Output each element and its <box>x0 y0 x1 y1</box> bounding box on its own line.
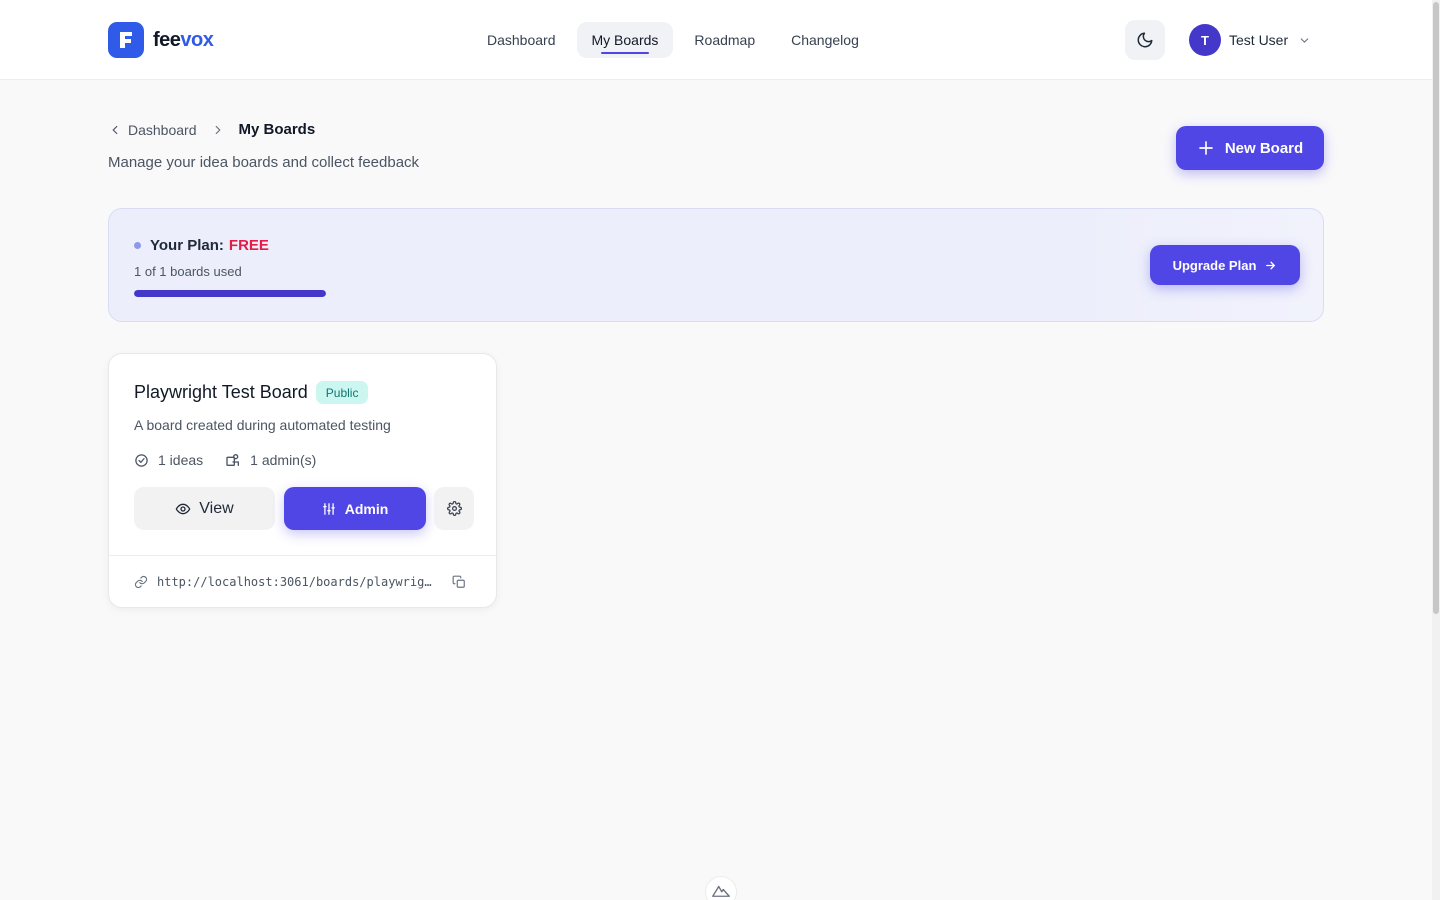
admins-count-text: 1 admin(s) <box>250 452 317 468</box>
breadcrumb: Dashboard My Boards <box>108 121 315 138</box>
upgrade-plan-button[interactable]: Upgrade Plan <box>1150 245 1300 285</box>
top-navigation-bar: feevox Dashboard My Boards Roadmap Chang… <box>0 0 1432 80</box>
nuxt-logo-icon <box>712 885 730 897</box>
status-dot-icon <box>134 242 141 249</box>
new-board-button[interactable]: New Board <box>1176 126 1324 170</box>
nuxt-devtools-button[interactable] <box>705 876 737 900</box>
plan-usage-progress-fill <box>134 290 326 297</box>
theme-toggle-button[interactable] <box>1125 20 1165 60</box>
chevron-left-icon[interactable] <box>108 123 122 137</box>
board-url: http://localhost:3061/boards/playwright-… <box>157 574 437 589</box>
admin-board-label: Admin <box>344 500 389 517</box>
page-scrollbar[interactable] <box>1432 0 1440 900</box>
board-card-header: Playwright Test Board Public <box>134 381 369 404</box>
moon-icon <box>1137 32 1153 48</box>
nav-item-my-boards[interactable]: My Boards <box>576 22 674 58</box>
arrow-right-icon <box>1264 259 1277 272</box>
nav-item-changelog[interactable]: Changelog <box>776 22 874 58</box>
chevron-right-icon <box>211 123 225 137</box>
board-description: A board created during automated testing <box>134 417 391 433</box>
scrollbar-thumb[interactable] <box>1433 2 1439 614</box>
board-card: Playwright Test Board Public A board cre… <box>108 353 497 608</box>
main-nav: Dashboard My Boards Roadmap Changelog <box>472 22 880 58</box>
nav-item-dashboard[interactable]: Dashboard <box>472 22 571 58</box>
board-url-footer: http://localhost:3061/boards/playwright-… <box>109 555 496 607</box>
logo-mark-icon <box>108 22 144 58</box>
page-subtitle: Manage your idea boards and collect feed… <box>108 154 420 171</box>
user-menu[interactable]: T Test User <box>1189 24 1311 56</box>
chevron-down-icon <box>1298 34 1311 47</box>
plan-title: Your Plan: FREE <box>134 237 269 254</box>
plan-label: Your Plan: <box>150 237 224 254</box>
avatar: T <box>1189 24 1221 56</box>
view-board-label: View <box>199 499 234 517</box>
board-title[interactable]: Playwright Test Board <box>134 382 308 403</box>
board-settings-button[interactable] <box>434 487 474 530</box>
brand-name-part2: vox <box>180 28 214 51</box>
copy-icon[interactable] <box>452 575 466 589</box>
admin-board-button[interactable]: Admin <box>284 487 426 530</box>
gear-icon <box>446 501 462 516</box>
admins-count: 1 admin(s) <box>225 452 316 468</box>
board-stats: 1 ideas 1 admin(s) <box>134 452 338 468</box>
view-board-button[interactable]: View <box>134 487 275 530</box>
page-title: My Boards <box>238 121 316 138</box>
check-circle-icon <box>135 453 148 467</box>
plan-tier: FREE <box>228 237 269 254</box>
plus-icon <box>1197 139 1215 157</box>
upgrade-plan-label: Upgrade Plan <box>1172 257 1257 273</box>
board-actions: View Admin <box>134 487 474 530</box>
brand-name: feevox <box>153 28 214 52</box>
visibility-badge: Public <box>315 381 369 404</box>
plan-usage-progress <box>134 290 326 297</box>
brand-name-part1: fee <box>153 28 181 51</box>
ideas-count: 1 ideas <box>134 452 203 468</box>
link-icon <box>134 575 148 588</box>
ideas-count-text: 1 ideas <box>158 452 204 468</box>
plan-usage-text: 1 of 1 boards used <box>134 264 242 279</box>
sliders-icon <box>322 502 335 515</box>
brand-logo[interactable]: feevox <box>108 22 214 58</box>
plan-banner: Your Plan: FREE 1 of 1 boards used Upgra… <box>108 208 1324 322</box>
breadcrumb-dashboard-link[interactable]: Dashboard <box>128 122 197 138</box>
new-board-label: New Board <box>1224 139 1304 157</box>
eye-icon <box>175 503 191 514</box>
nav-item-roadmap[interactable]: Roadmap <box>679 22 770 58</box>
admin-users-icon <box>226 454 240 466</box>
user-name: Test User <box>1229 32 1289 48</box>
